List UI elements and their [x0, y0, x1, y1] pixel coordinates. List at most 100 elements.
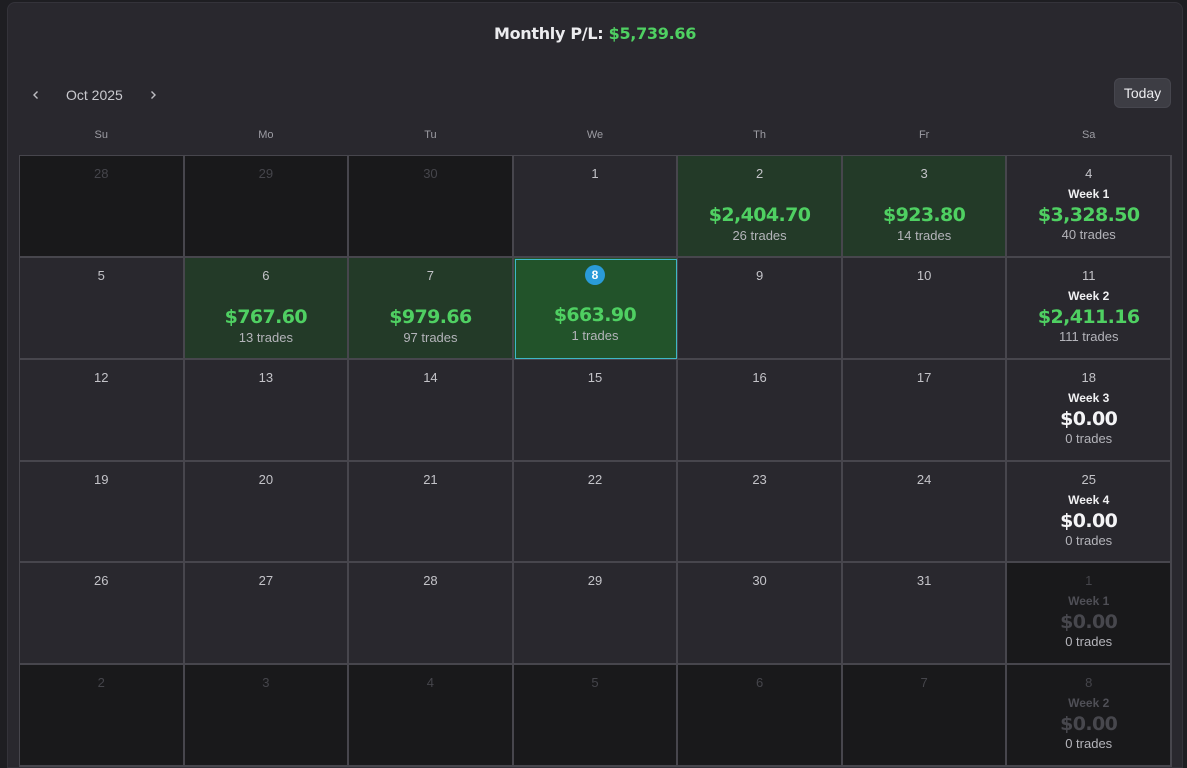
weekday-label: Th [753, 129, 766, 141]
day-cell[interactable]: 22 [513, 461, 679, 564]
weekday-header-row: Su Mo Tu We Th Fr Sa [19, 129, 1171, 147]
day-number: 24 [916, 471, 932, 487]
day-number: 21 [423, 471, 438, 487]
weekday-label: Sa [1081, 129, 1096, 141]
next-month-button[interactable] [141, 83, 165, 107]
week-summary-cell[interactable]: 1 Week 1 $0.00 0 trades [1007, 563, 1172, 666]
day-cell[interactable]: 8 $663.90 1 trades [513, 257, 679, 360]
day-number: 13 [258, 369, 274, 385]
monthly-pnl-amount: $5,739.66 [608, 24, 697, 43]
day-cell[interactable]: 7 [842, 665, 1008, 767]
week-label: Week 4 [1068, 492, 1110, 507]
week-pnl: $0.00 [1060, 713, 1118, 736]
day-number: 20 [258, 471, 274, 487]
day-number: 3 [920, 166, 928, 181]
day-cell[interactable]: 9 [678, 257, 843, 360]
day-cell[interactable]: 2 $2,404.70 26 trades [678, 156, 843, 258]
day-number: 26 [94, 573, 109, 589]
day-number: 27 [258, 573, 274, 589]
day-pnl: $2,404.70 [708, 204, 811, 226]
day-cell[interactable]: 4 [349, 665, 514, 767]
week-trade-count: 0 trades [1065, 634, 1113, 650]
pnl-calendar-panel: Monthly P/L: $5,739.66 Oct 2025 Today Su… [7, 2, 1183, 768]
day-cell[interactable]: 5 [513, 665, 679, 767]
day-cell[interactable]: 29 [184, 156, 350, 258]
day-number: 31 [916, 573, 932, 589]
weekday-label: Su [94, 129, 109, 141]
day-pnl: $663.90 [553, 303, 637, 326]
day-cell[interactable]: 28 [20, 156, 185, 258]
week-label: Week 3 [1068, 390, 1110, 405]
day-trade-count: 13 trades [238, 329, 293, 345]
day-cell[interactable]: 23 [678, 461, 843, 564]
day-cell[interactable]: 20 [184, 461, 350, 564]
day-cell[interactable]: 15 [513, 359, 679, 462]
day-pnl: $923.80 [882, 204, 966, 226]
day-cell[interactable]: 3 $923.80 14 trades [842, 156, 1008, 258]
day-cell[interactable]: 28 [349, 563, 514, 666]
day-number: 9 [755, 267, 764, 283]
day-cell[interactable]: 19 [20, 461, 185, 564]
day-cell[interactable]: 3 [184, 665, 350, 767]
day-number: 1 [1085, 573, 1093, 589]
day-cell[interactable]: 13 [184, 359, 350, 462]
day-number: 2 [97, 675, 105, 691]
today-button[interactable]: Today [1114, 78, 1171, 108]
day-number: 8 [1085, 675, 1093, 691]
day-number: 6 [262, 267, 270, 283]
day-cell[interactable]: 31 [842, 563, 1008, 666]
week-trade-count: 111 trades [1058, 328, 1119, 344]
day-number: 25 [1081, 471, 1096, 487]
day-number: 12 [94, 369, 109, 385]
monthly-pnl-label: Monthly P/L: [493, 24, 604, 43]
week-summary-cell[interactable]: 4 Week 1 $3,328.50 40 trades [1007, 156, 1172, 258]
weekday-label: Mo [258, 129, 274, 141]
day-cell[interactable]: 2 [20, 665, 185, 767]
day-cell[interactable]: 10 [842, 257, 1008, 360]
day-cell[interactable]: 29 [513, 563, 679, 666]
day-number: 29 [258, 166, 274, 181]
weekday-label: Tu [424, 129, 437, 141]
week-pnl: $0.00 [1060, 407, 1118, 430]
day-trade-count: 14 trades [897, 228, 952, 243]
day-number: 5 [591, 675, 599, 691]
day-pnl: $767.60 [224, 305, 308, 328]
day-cell[interactable]: 26 [20, 563, 185, 666]
day-number: 4 [1085, 166, 1093, 181]
week-label: Week 2 [1068, 288, 1110, 303]
day-cell[interactable]: 17 [842, 359, 1008, 462]
day-cell[interactable]: 27 [184, 563, 350, 666]
monthly-pnl-title: Monthly P/L: $5,739.66 [8, 24, 1182, 43]
day-cell[interactable]: 6 [678, 665, 843, 767]
current-month-label: Oct 2025 [66, 87, 123, 103]
day-cell[interactable]: 12 [20, 359, 185, 462]
day-cell[interactable]: 30 [678, 563, 843, 666]
week-summary-cell[interactable]: 18 Week 3 $0.00 0 trades [1007, 359, 1172, 462]
day-cell[interactable]: 21 [349, 461, 514, 564]
day-number: 7 [920, 675, 928, 691]
chevron-left-icon [33, 91, 38, 99]
day-number: 16 [752, 369, 767, 385]
week-summary-cell[interactable]: 8 Week 2 $0.00 0 trades [1007, 665, 1172, 767]
day-number: 10 [916, 267, 932, 283]
day-number: 6 [755, 675, 764, 691]
day-cell[interactable]: 1 [513, 156, 679, 258]
week-summary-cell[interactable]: 11 Week 2 $2,411.16 111 trades [1007, 257, 1172, 360]
day-cell[interactable]: 7 $979.66 97 trades [349, 257, 514, 360]
week-summary-cell[interactable]: 25 Week 4 $0.00 0 trades [1007, 461, 1172, 564]
day-number: 18 [1081, 369, 1096, 385]
day-cell[interactable]: 24 [842, 461, 1008, 564]
week-trade-count: 0 trades [1065, 736, 1113, 752]
month-navigation: Oct 2025 [24, 81, 165, 109]
week-trade-count: 40 trades [1061, 227, 1116, 242]
prev-month-button[interactable] [24, 83, 48, 107]
day-cell[interactable]: 5 [20, 257, 185, 360]
day-trade-count: 1 trades [571, 327, 619, 343]
week-label: Week 1 [1068, 594, 1110, 609]
day-cell[interactable]: 14 [349, 359, 514, 462]
day-cell[interactable]: 30 [349, 156, 514, 258]
day-number: 29 [587, 573, 603, 589]
weekday-label: Fr [918, 129, 930, 141]
day-cell[interactable]: 6 $767.60 13 trades [184, 257, 350, 360]
day-cell[interactable]: 16 [678, 359, 843, 462]
